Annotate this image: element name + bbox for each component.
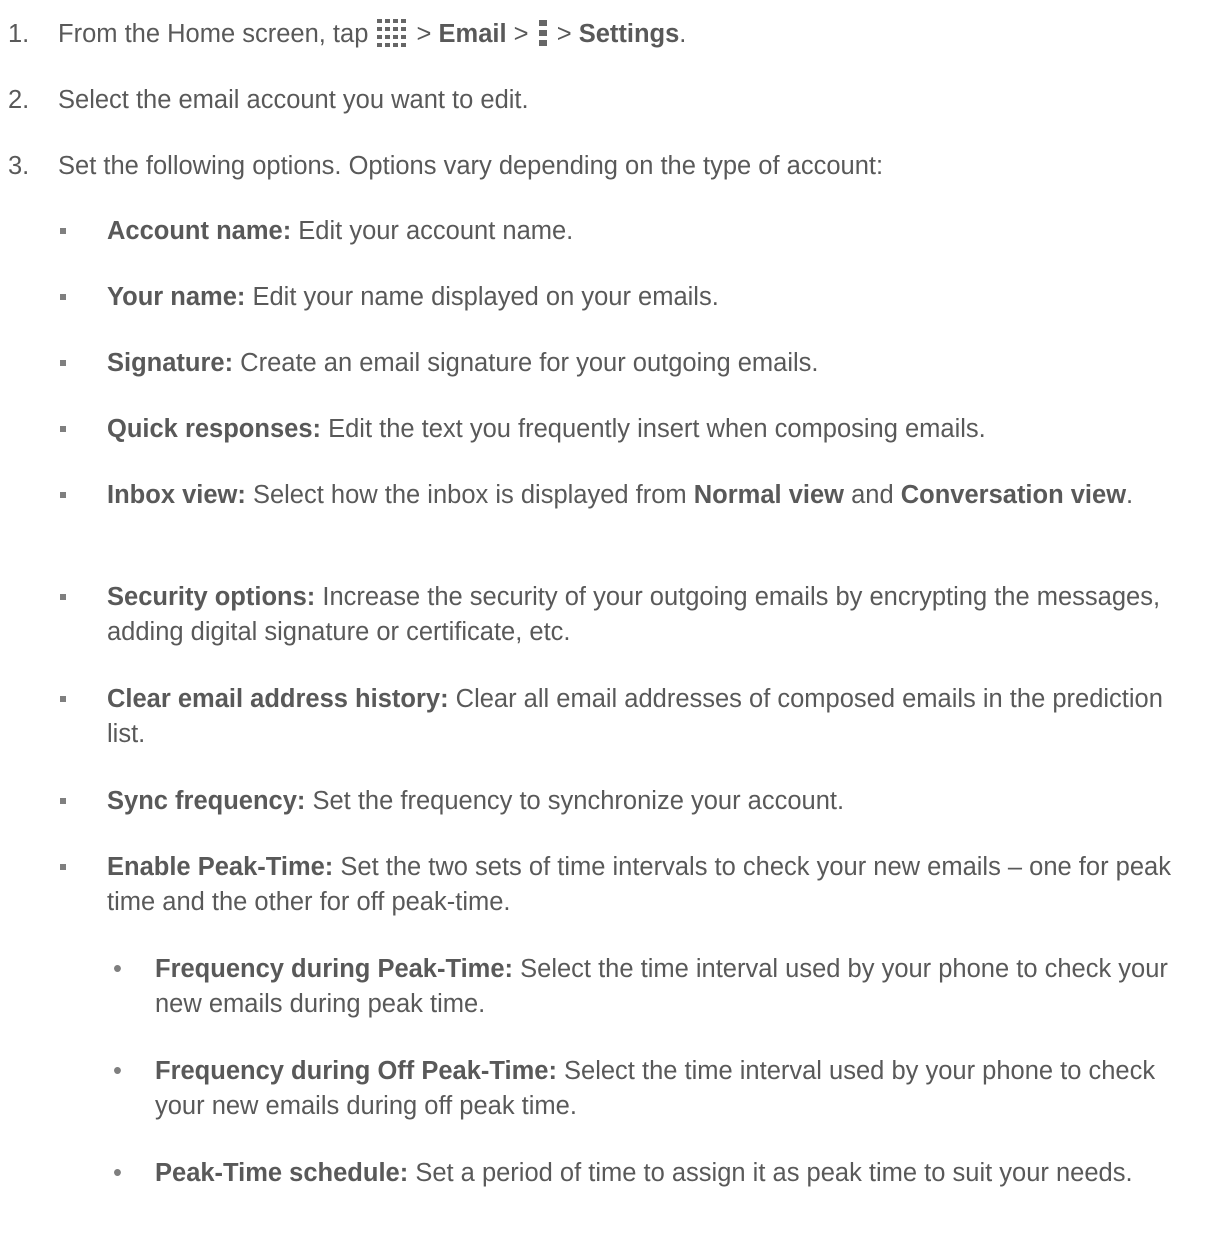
separator: > xyxy=(506,20,536,48)
sub-option-peak-schedule: • Peak-Time schedule: Set a period of ti… xyxy=(113,1156,1193,1191)
option-clear-history: Clear email address history: Clear all e… xyxy=(60,682,1200,752)
separator: > xyxy=(409,20,439,48)
option-signature: Signature: Create an email signature for… xyxy=(60,346,1200,381)
settings-label: Settings xyxy=(578,20,680,48)
sub-option-peak-frequency: • Frequency during Peak-Time: Select the… xyxy=(113,952,1193,1022)
bullet-square xyxy=(60,696,66,702)
bullet-dot: • xyxy=(113,1057,122,1085)
bullet-square xyxy=(60,594,66,600)
option-term: Quick responses: xyxy=(107,415,321,443)
bullet-dot: • xyxy=(113,1159,122,1187)
option-desc: Set a period of time to assign it as pea… xyxy=(408,1159,1133,1187)
option-term: Frequency during Off Peak-Time: xyxy=(155,1057,557,1085)
option-term: Frequency during Peak-Time: xyxy=(155,955,514,983)
bullet-square xyxy=(60,294,66,300)
period: . xyxy=(679,20,687,48)
option-desc: Set the frequency to synchronize your ac… xyxy=(305,787,845,815)
bullet-square xyxy=(60,228,66,234)
step-1: 1. From the Home screen, tap > Email > > … xyxy=(8,17,686,52)
separator: > xyxy=(549,20,579,48)
option-term: Account name: xyxy=(107,217,292,245)
menu-icon xyxy=(538,20,547,46)
option-term: Sync frequency: xyxy=(107,787,306,815)
step-text: Set the following options. Options vary … xyxy=(58,152,884,180)
option-term: Your name: xyxy=(107,283,246,311)
apps-grid-icon xyxy=(377,19,407,47)
option-enable-peak-time: Enable Peak-Time: Set the two sets of ti… xyxy=(60,850,1200,920)
option-quick-responses: Quick responses: Edit the text you frequ… xyxy=(60,412,1200,447)
email-label: Email xyxy=(438,20,507,48)
option-sync-frequency: Sync frequency: Set the frequency to syn… xyxy=(60,784,1200,819)
option-term: Inbox view: xyxy=(107,481,246,509)
bullet-square xyxy=(60,864,66,870)
sub-option-off-peak-frequency: • Frequency during Off Peak-Time: Select… xyxy=(113,1054,1193,1124)
step-3: 3. Set the following options. Options var… xyxy=(8,149,883,184)
conversation-view-label: Conversation view xyxy=(900,481,1127,509)
step-number: 2. xyxy=(8,86,30,114)
step-text: From the Home screen, tap xyxy=(58,20,369,48)
option-term: Clear email address history: xyxy=(107,685,449,713)
option-inbox-view: Inbox view: Select how the inbox is disp… xyxy=(60,478,1200,513)
step-2: 2. Select the email account you want to e… xyxy=(8,83,529,118)
option-desc: Create an email signature for your outgo… xyxy=(233,349,819,377)
step-number: 3. xyxy=(8,152,30,180)
option-term: Enable Peak-Time: xyxy=(107,853,334,881)
bullet-square xyxy=(60,492,66,498)
option-account-name: Account name: Edit your account name. xyxy=(60,214,1200,249)
option-desc: Edit your account name. xyxy=(291,217,574,245)
and-text: and xyxy=(844,481,901,509)
bullet-square xyxy=(60,798,66,804)
option-term: Security options: xyxy=(107,583,316,611)
period: . xyxy=(1126,481,1134,509)
bullet-square xyxy=(60,426,66,432)
option-desc: Edit the text you frequently insert when… xyxy=(321,415,986,443)
option-desc: Edit your name displayed on your emails. xyxy=(245,283,719,311)
option-your-name: Your name: Edit your name displayed on y… xyxy=(60,280,1200,315)
step-text: Select the email account you want to edi… xyxy=(58,86,529,114)
option-security-options: Security options: Increase the security … xyxy=(60,580,1200,650)
normal-view-label: Normal view xyxy=(693,481,844,509)
option-term: Signature: xyxy=(107,349,234,377)
step-number: 1. xyxy=(8,20,30,48)
option-desc: Select how the inbox is displayed from xyxy=(245,481,694,509)
bullet-square xyxy=(60,360,66,366)
bullet-dot: • xyxy=(113,955,122,983)
option-term: Peak-Time schedule: xyxy=(155,1159,409,1187)
